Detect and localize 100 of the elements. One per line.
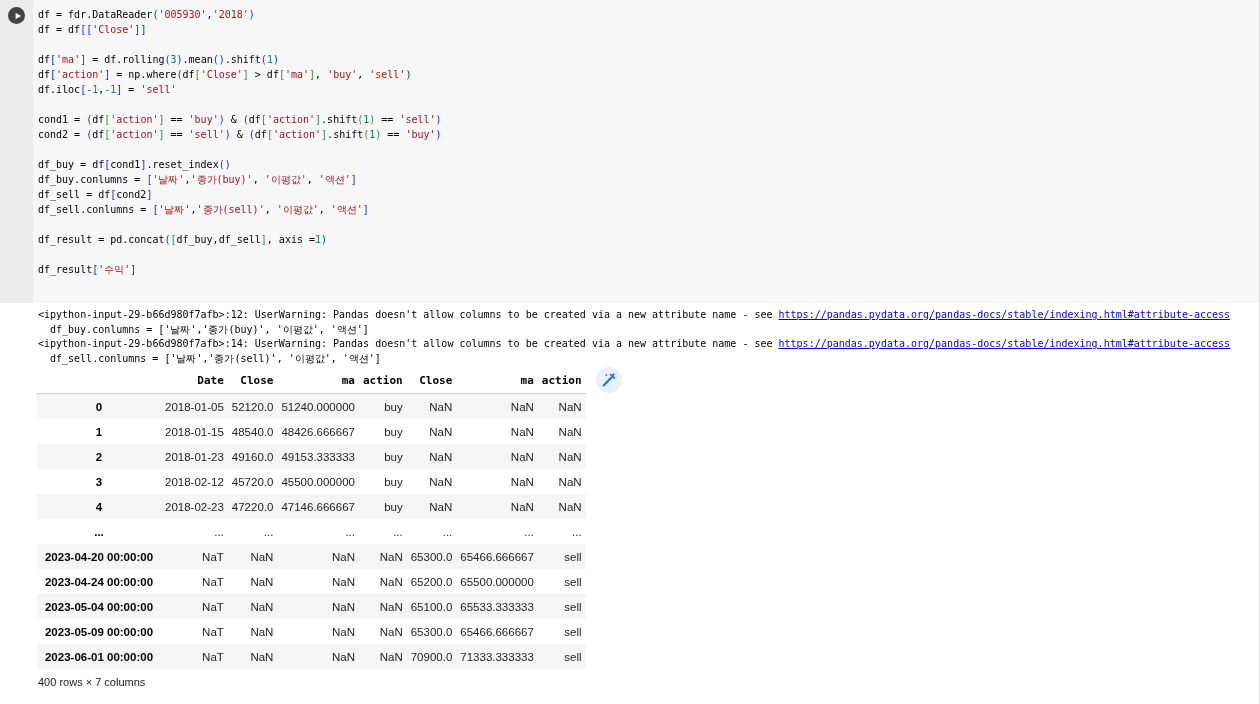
table-cell: 48426.666667 [281, 425, 355, 438]
row-index: 2023-05-04 00:00:00 [44, 600, 154, 613]
code-line: df = fdr.DataReader('005930','2018') [38, 8, 255, 22]
table-cell: NaN [429, 475, 453, 488]
table-cell: NaT [202, 575, 224, 588]
table-cell: 65466.666667 [460, 625, 534, 638]
table-cell: NaN [429, 500, 453, 513]
column-header: action [362, 373, 403, 387]
table-cell: NaT [202, 625, 224, 638]
table-cell: buy [384, 500, 403, 513]
table-cell: NaN [510, 500, 534, 513]
table-cell: NaN [331, 650, 355, 663]
table-cell: NaN [250, 575, 274, 588]
table-cell: buy [384, 400, 403, 413]
row-index: 1 [95, 425, 103, 438]
table-cell: NaN [429, 450, 453, 463]
table-cell: NaN [510, 400, 534, 413]
code-line: cond1 = (df['action'] == 'buy') & (df['action'].shift(1) == 'sell') [38, 113, 442, 127]
column-header: ma [341, 373, 355, 387]
code-line: df_sell.conlumns = ['날짜','종가(sell)', '이평값', '액션'] [38, 203, 369, 217]
table-cell: NaT [202, 550, 224, 563]
table-cell: NaN [510, 450, 534, 463]
docs-link[interactable]: https://pandas.pydata.org/pandas-docs/stable/indexing.html#attribute-access [778, 309, 1231, 320]
table-cell: NaN [558, 500, 582, 513]
table-cell: NaN [558, 400, 582, 413]
table-cell: NaT [202, 600, 224, 613]
table-cell: 45500.000000 [281, 475, 355, 488]
code-line: df.iloc[-1,-1] = 'sell' [38, 83, 177, 97]
warning-message: <ipython-input-29-b66d980f7afb>:14: UserWarning: Pandas doesn't allow columns to be created via a new attribute name - see [38, 338, 774, 349]
table-cell: NaN [558, 475, 582, 488]
table-cell: ... [442, 525, 453, 538]
table-cell: 65533.333333 [460, 600, 534, 613]
table-cell: 70900.0 [410, 650, 453, 663]
table-cell: 48540.0 [231, 425, 274, 438]
table-cell: ... [345, 525, 355, 538]
table-cell: 65466.666667 [460, 550, 534, 563]
row-index: ... [94, 525, 104, 538]
code-line: df['ma'] = df.rolling(3).mean().shift(1) [38, 53, 279, 67]
table-cell: buy [384, 425, 403, 438]
table-cell: 2018-01-23 [165, 450, 224, 463]
table-cell: 2018-01-05 [165, 400, 224, 413]
table-cell: 65300.0 [410, 625, 453, 638]
table-cell: 45720.0 [231, 475, 274, 488]
table-cell: sell [564, 550, 582, 563]
table-cell: 52120.0 [231, 400, 274, 413]
table-cell: NaN [250, 600, 274, 613]
column-header: action [541, 373, 582, 387]
code-line: df_result['수익'] [38, 263, 137, 277]
table-shape-text: 400 rows × 7 columns [38, 676, 147, 688]
table-cell: buy [384, 475, 403, 488]
column-header: Date [197, 373, 224, 387]
table-cell: NaN [379, 550, 403, 563]
table-cell: 2018-02-12 [165, 475, 224, 488]
play-icon [13, 11, 22, 20]
table-cell: 49153.333333 [281, 450, 355, 463]
table-cell: NaN [250, 650, 274, 663]
warning-message: <ipython-input-29-b66d980f7afb>:12: UserWarning: Pandas doesn't allow columns to be created via a new attribute name - see [38, 309, 774, 320]
table-cell: 47146.666667 [281, 500, 355, 513]
table-cell: sell [564, 625, 582, 638]
table-cell: NaN [429, 425, 453, 438]
column-header: ma [520, 373, 534, 387]
code-line: df_buy.conlumns = ['날짜','종가(buy)', '이평값', '액션'] [38, 173, 357, 187]
table-cell: NaN [331, 600, 355, 613]
table-cell: NaN [429, 400, 453, 413]
table-cell: sell [564, 600, 582, 613]
table-cell: NaT [202, 650, 224, 663]
code-line: df_result = pd.concat([df_buy,df_sell], axis =1) [38, 233, 328, 247]
code-line: df_buy = df[cond1].reset_index() [38, 158, 231, 172]
table-cell: NaN [250, 550, 274, 563]
table-cell: NaN [331, 550, 355, 563]
column-header: Close [240, 373, 274, 387]
magic-wand-button[interactable] [595, 367, 622, 393]
table-cell: 2018-02-23 [165, 500, 224, 513]
table-cell: 65300.0 [410, 550, 453, 563]
table-cell: 65200.0 [410, 575, 453, 588]
table-cell: NaN [558, 425, 582, 438]
row-index: 2023-05-09 00:00:00 [44, 625, 154, 638]
code-line: cond2 = (df['action'] == 'sell') & (df['action'].shift(1) == 'buy') [38, 128, 442, 142]
docs-link[interactable]: https://pandas.pydata.org/pandas-docs/stable/indexing.html#attribute-access [778, 338, 1231, 349]
row-index: 3 [95, 475, 103, 488]
table-cell: ... [263, 525, 274, 538]
column-header: Close [419, 373, 453, 387]
table-cell: 2018-01-15 [165, 425, 224, 438]
table-cell: sell [564, 575, 582, 588]
magic-wand-icon [599, 371, 618, 389]
run-cell-button[interactable] [8, 7, 25, 24]
table-cell: NaN [510, 425, 534, 438]
row-index: 2023-06-01 00:00:00 [44, 650, 154, 663]
table-cell: ... [572, 525, 582, 538]
code-line: df['action'] = np.where(df['Close'] > df['ma'], 'buy', 'sell') [38, 68, 412, 82]
table-cell: ... [393, 525, 403, 538]
table-cell: sell [564, 650, 582, 663]
table-cell: NaN [331, 625, 355, 638]
table-cell: buy [384, 450, 403, 463]
table-cell: 71333.333333 [460, 650, 534, 663]
table-cell: 51240.000000 [281, 400, 355, 413]
table-cell: NaN [558, 450, 582, 463]
table-cell: NaN [250, 625, 274, 638]
table-cell: 65100.0 [410, 600, 453, 613]
table-cell: NaN [510, 475, 534, 488]
